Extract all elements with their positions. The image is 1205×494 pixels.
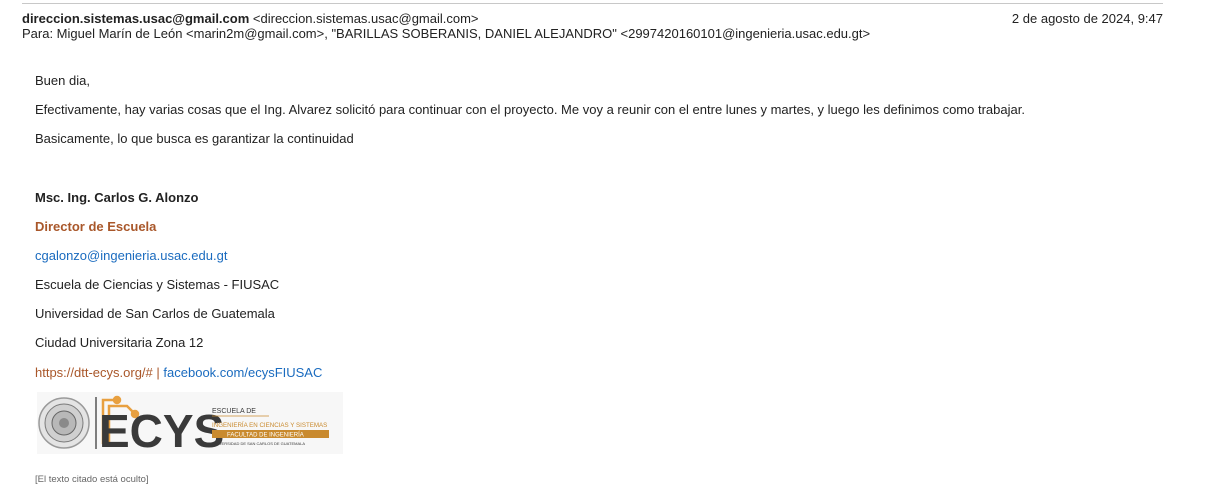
paragraph-2: Basicamente, lo que busca es garantizar … (35, 131, 354, 146)
signature-title: Director de Escuela (35, 219, 157, 234)
logo-line4: UNIVERSIDAD DE SAN CARLOS DE GUATEMALA (212, 441, 305, 446)
facebook-link[interactable]: facebook.com/ecysFIUSAC (163, 365, 322, 380)
header-divider (22, 3, 1163, 4)
ecys-logo: ECYS ESCUELA DE INGENIERÍA EN CIENCIAS Y… (37, 392, 343, 454)
signature-name: Msc. Ing. Carlos G. Alonzo (35, 190, 199, 205)
signature-email-link[interactable]: cgalonzo@ingenieria.usac.edu.gt (35, 248, 227, 263)
message-date: 2 de agosto de 2024, 9:47 (1011, 11, 1163, 26)
message-header: direccion.sistemas.usac@gmail.com <direc… (22, 11, 1163, 41)
quoted-text-toggle[interactable]: [El texto citado está oculto] (35, 474, 149, 485)
sender-name[interactable]: direccion.sistemas.usac@gmail.com (22, 11, 249, 26)
signature-university: Universidad de San Carlos de Guatemala (35, 306, 275, 321)
logo-brand: ECYS (99, 405, 224, 454)
logo-line3: FACULTAD DE INGENIERÍA (227, 432, 304, 439)
university-seal-icon (38, 397, 90, 449)
paragraph-1: Efectivamente, hay varias cosas que el I… (35, 102, 1025, 117)
logo-line1: ESCUELA DE (212, 408, 256, 415)
website-link[interactable]: https://dtt-ecys.org/# (35, 365, 153, 380)
greeting: Buen dia, (35, 73, 90, 88)
signature-school: Escuela de Ciencias y Sistemas - FIUSAC (35, 277, 280, 292)
recipients: Para: Miguel Marín de León <marin2m@gmai… (22, 26, 871, 41)
sender-email: <direccion.sistemas.usac@gmail.com> (252, 11, 479, 26)
link-separator: | (156, 365, 160, 380)
signature-address: Ciudad Universitaria Zona 12 (35, 335, 204, 350)
signature-links: https://dtt-ecys.org/# | facebook.com/ec… (35, 365, 322, 380)
logo-line2: INGENIERÍA EN CIENCIAS Y SISTEMAS (212, 422, 327, 429)
